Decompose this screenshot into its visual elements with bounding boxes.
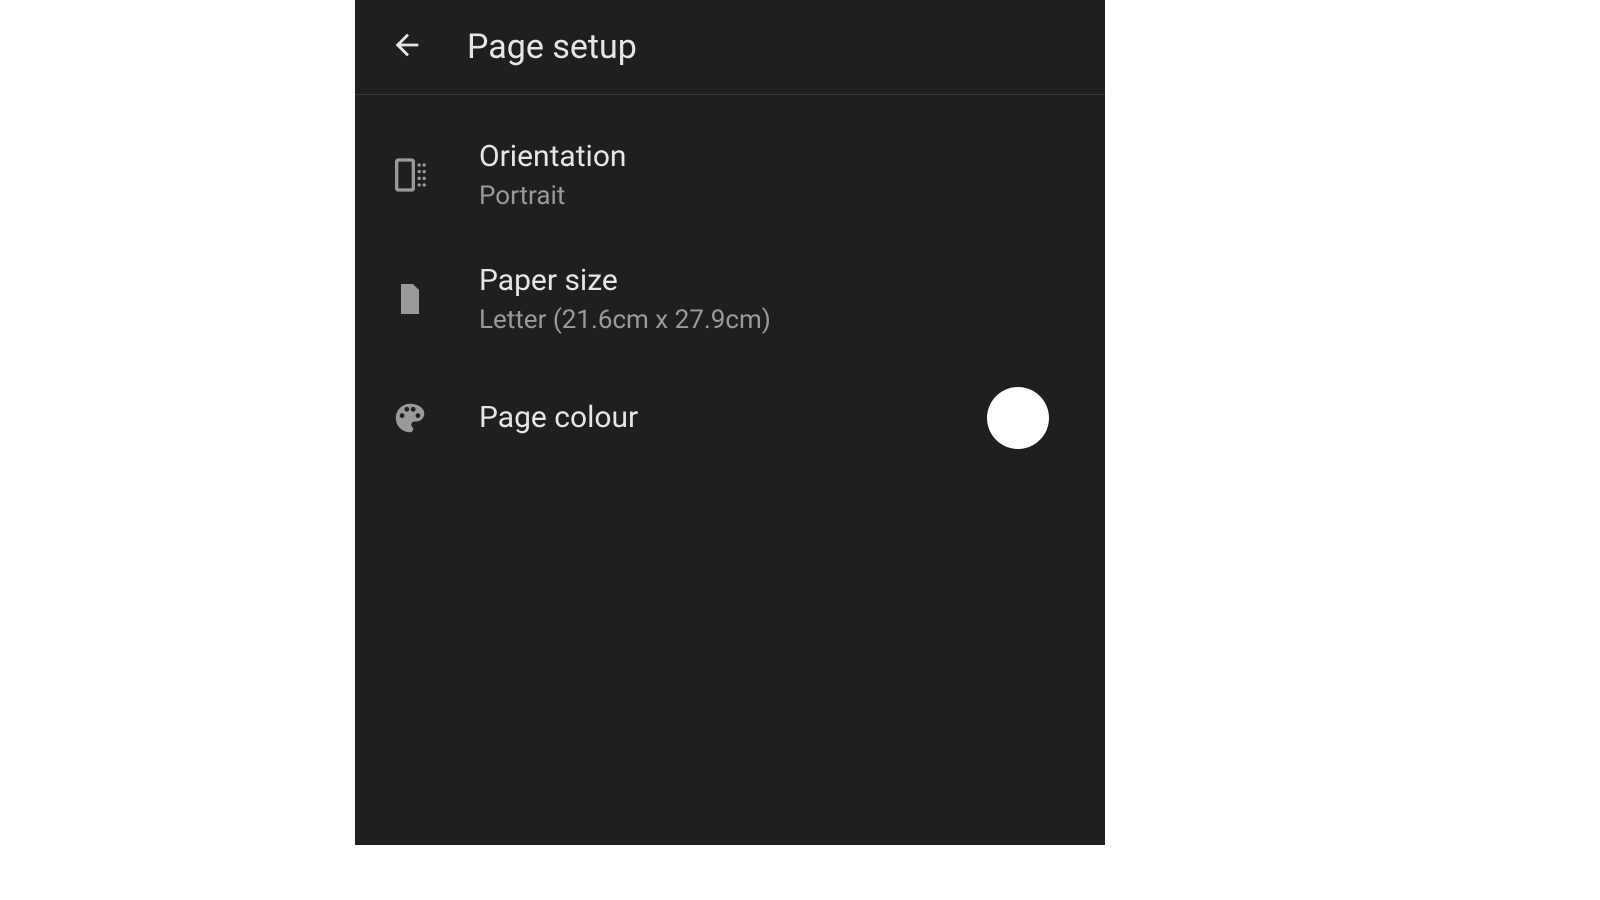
- arrow-left-icon: [390, 28, 424, 66]
- page-title: Page setup: [467, 27, 637, 67]
- paper-size-title: Paper size: [479, 263, 1077, 299]
- app-bar: Page setup: [355, 0, 1105, 95]
- paper-size-row[interactable]: Paper size Letter (21.6cm x 27.9cm): [355, 237, 1105, 361]
- page-colour-trailing: [987, 387, 1049, 449]
- file-icon: [383, 272, 437, 326]
- palette-icon: [383, 391, 437, 445]
- orientation-text: Orientation Portrait: [479, 139, 1077, 211]
- page-colour-row[interactable]: Page colour: [355, 361, 1105, 475]
- page-colour-swatch[interactable]: [987, 387, 1049, 449]
- stage: Page setup: [0, 0, 1600, 900]
- settings-list: Orientation Portrait Paper size Letter (…: [355, 95, 1105, 475]
- page-setup-panel: Page setup: [355, 0, 1105, 845]
- orientation-title: Orientation: [479, 139, 1077, 175]
- paper-size-value: Letter (21.6cm x 27.9cm): [479, 305, 1077, 335]
- page-colour-text: Page colour: [479, 400, 987, 436]
- page-colour-title: Page colour: [479, 400, 987, 436]
- back-button[interactable]: [383, 23, 431, 71]
- orientation-value: Portrait: [479, 181, 1077, 211]
- orientation-row[interactable]: Orientation Portrait: [355, 113, 1105, 237]
- orientation-icon: [383, 148, 437, 202]
- paper-size-text: Paper size Letter (21.6cm x 27.9cm): [479, 263, 1077, 335]
